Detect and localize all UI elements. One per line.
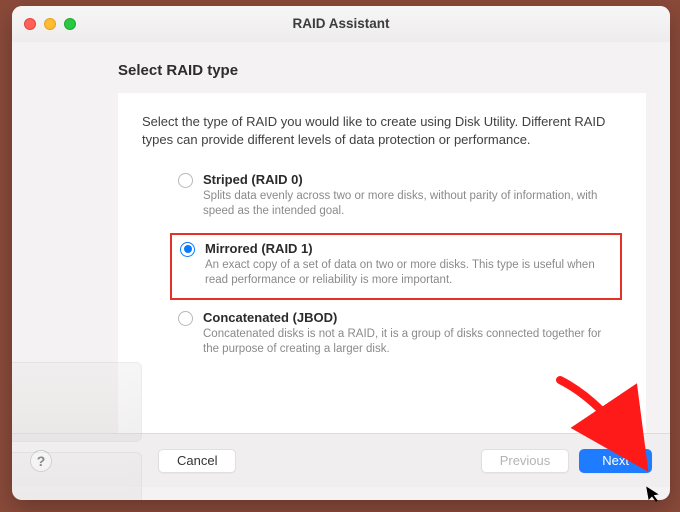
option-text: Mirrored (RAID 1) An exact copy of a set…: [205, 241, 612, 288]
intro-text: Select the type of RAID you would like t…: [142, 113, 622, 148]
option-title: Mirrored (RAID 1): [205, 241, 612, 256]
option-concatenated[interactable]: Concatenated (JBOD) Concatenated disks i…: [170, 304, 622, 367]
radio-icon[interactable]: [178, 173, 193, 188]
option-mirrored[interactable]: Mirrored (RAID 1) An exact copy of a set…: [170, 233, 622, 300]
raid-type-options: Striped (RAID 0) Splits data evenly acro…: [170, 166, 622, 367]
option-title: Concatenated (JBOD): [203, 310, 614, 325]
content-area: Select RAID type Select the type of RAID…: [12, 42, 670, 500]
options-panel: Select the type of RAID you would like t…: [118, 93, 646, 433]
window-title: RAID Assistant: [12, 16, 670, 31]
zoom-icon[interactable]: [64, 18, 76, 30]
titlebar: RAID Assistant: [12, 6, 670, 42]
option-text: Striped (RAID 0) Splits data evenly acro…: [203, 172, 614, 219]
option-title: Striped (RAID 0): [203, 172, 614, 187]
option-striped[interactable]: Striped (RAID 0) Splits data evenly acro…: [170, 166, 622, 229]
minimize-icon[interactable]: [44, 18, 56, 30]
window-controls: [24, 18, 76, 30]
help-button[interactable]: ?: [30, 450, 52, 472]
radio-icon[interactable]: [178, 311, 193, 326]
raid-assistant-window: RAID Assistant Select RAID type Select t…: [12, 6, 670, 500]
option-text: Concatenated (JBOD) Concatenated disks i…: [203, 310, 614, 357]
next-button[interactable]: Next: [579, 449, 652, 473]
previous-button: Previous: [481, 449, 570, 473]
option-desc: An exact copy of a set of data on two or…: [205, 258, 612, 288]
radio-icon[interactable]: [180, 242, 195, 257]
option-desc: Concatenated disks is not a RAID, it is …: [203, 327, 614, 357]
footer-bar: ? Cancel Previous Next: [12, 433, 670, 487]
option-desc: Splits data evenly across two or more di…: [203, 189, 614, 219]
close-icon[interactable]: [24, 18, 36, 30]
page-heading: Select RAID type: [118, 62, 670, 79]
cancel-button[interactable]: Cancel: [158, 449, 236, 473]
